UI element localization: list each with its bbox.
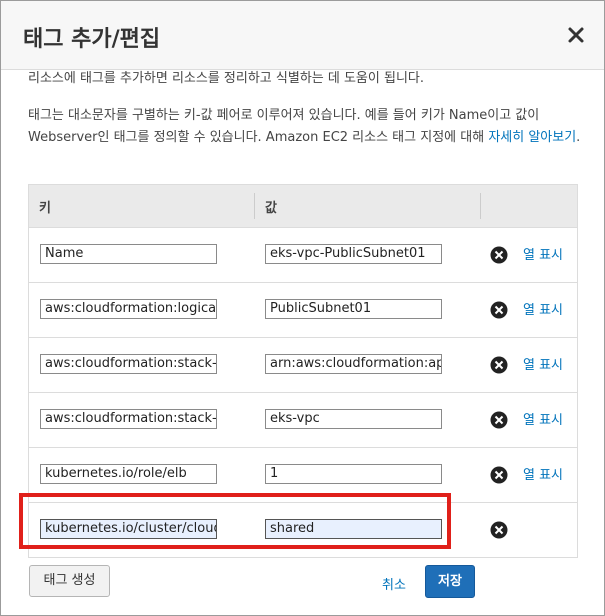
show-column-link[interactable]: 열 표시 (523, 299, 563, 318)
table-row: Name eks-vpc-PublicSubnet01 열 표시 (28, 228, 578, 283)
remove-tag-icon[interactable] (490, 466, 508, 484)
remove-tag-icon[interactable] (490, 356, 508, 374)
save-button[interactable]: 저장 (425, 565, 475, 598)
tag-key-input[interactable]: Name (40, 244, 217, 264)
close-icon[interactable] (562, 21, 590, 49)
remove-tag-icon[interactable] (490, 301, 508, 319)
remove-tag-icon[interactable] (490, 246, 508, 264)
tag-value-input[interactable]: shared (265, 519, 442, 539)
table-row: aws:cloudformation:stack-ic arn:aws:clou… (28, 338, 578, 393)
learn-more-suffix: . (576, 130, 581, 145)
column-header-value: 값 (265, 201, 277, 216)
help-text: 태그는 대소문자를 구별하는 키-값 페어로 이루어져 있습니다. 예를 들어 … (28, 108, 540, 145)
table-row: aws:cloudformation:stack-n eks-vpc 열 표시 (28, 393, 578, 448)
dialog-title: 태그 추가/편집 (23, 27, 161, 52)
column-divider (480, 193, 481, 219)
remove-tag-icon[interactable] (490, 521, 508, 539)
cancel-button[interactable]: 취소 (382, 574, 406, 593)
tag-key-input[interactable]: aws:cloudformation:stack-n (40, 409, 217, 429)
tag-value-input[interactable]: PublicSubnet01 (265, 299, 442, 319)
tag-value-input[interactable]: 1 (265, 464, 442, 484)
tag-value-input[interactable]: eks-vpc (265, 409, 442, 429)
dialog-help-text: 태그는 대소문자를 구별하는 키-값 페어로 이루어져 있습니다. 예를 들어 … (28, 105, 588, 149)
tag-value-input[interactable]: eks-vpc-PublicSubnet01 (265, 244, 442, 264)
column-divider (254, 193, 255, 219)
show-column-link[interactable]: 열 표시 (523, 354, 563, 373)
learn-more-link[interactable]: 자세히 알아보기 (488, 130, 576, 145)
table-row: aws:cloudformation:logical- PublicSubnet… (28, 283, 578, 338)
table-row: kubernetes.io/role/elb 1 열 표시 (28, 448, 578, 503)
dialog-description: 리소스에 태그를 추가하면 리소스를 정리하고 식별하는 데 도움이 됩니다. (28, 71, 424, 86)
table-header: 키 값 (28, 184, 578, 228)
tag-value-input[interactable]: arn:aws:cloudformation:ap- (265, 354, 442, 374)
column-header-key: 키 (39, 201, 51, 216)
tag-key-input[interactable]: aws:cloudformation:logical- (40, 299, 217, 319)
create-tag-button[interactable]: 태그 생성 (29, 565, 110, 597)
tag-key-input[interactable]: kubernetes.io/role/elb (40, 464, 217, 484)
edit-tags-dialog: 태그 추가/편집 리소스에 태그를 추가하면 리소스를 정리하고 식별하는 데 … (0, 0, 605, 616)
show-column-link[interactable]: 열 표시 (523, 409, 563, 428)
tag-key-input[interactable]: kubernetes.io/cluster/cloud- (40, 519, 217, 539)
table-row: kubernetes.io/cluster/cloud- shared (28, 503, 578, 558)
tags-table: 키 값 Name eks-vpc-PublicSubnet01 열 표시 aws… (28, 184, 578, 558)
dialog-header: 태그 추가/편집 (1, 1, 604, 70)
show-column-link[interactable]: 열 표시 (523, 244, 563, 263)
tag-key-input[interactable]: aws:cloudformation:stack-ic (40, 354, 217, 374)
remove-tag-icon[interactable] (490, 411, 508, 429)
show-column-link[interactable]: 열 표시 (523, 464, 563, 483)
